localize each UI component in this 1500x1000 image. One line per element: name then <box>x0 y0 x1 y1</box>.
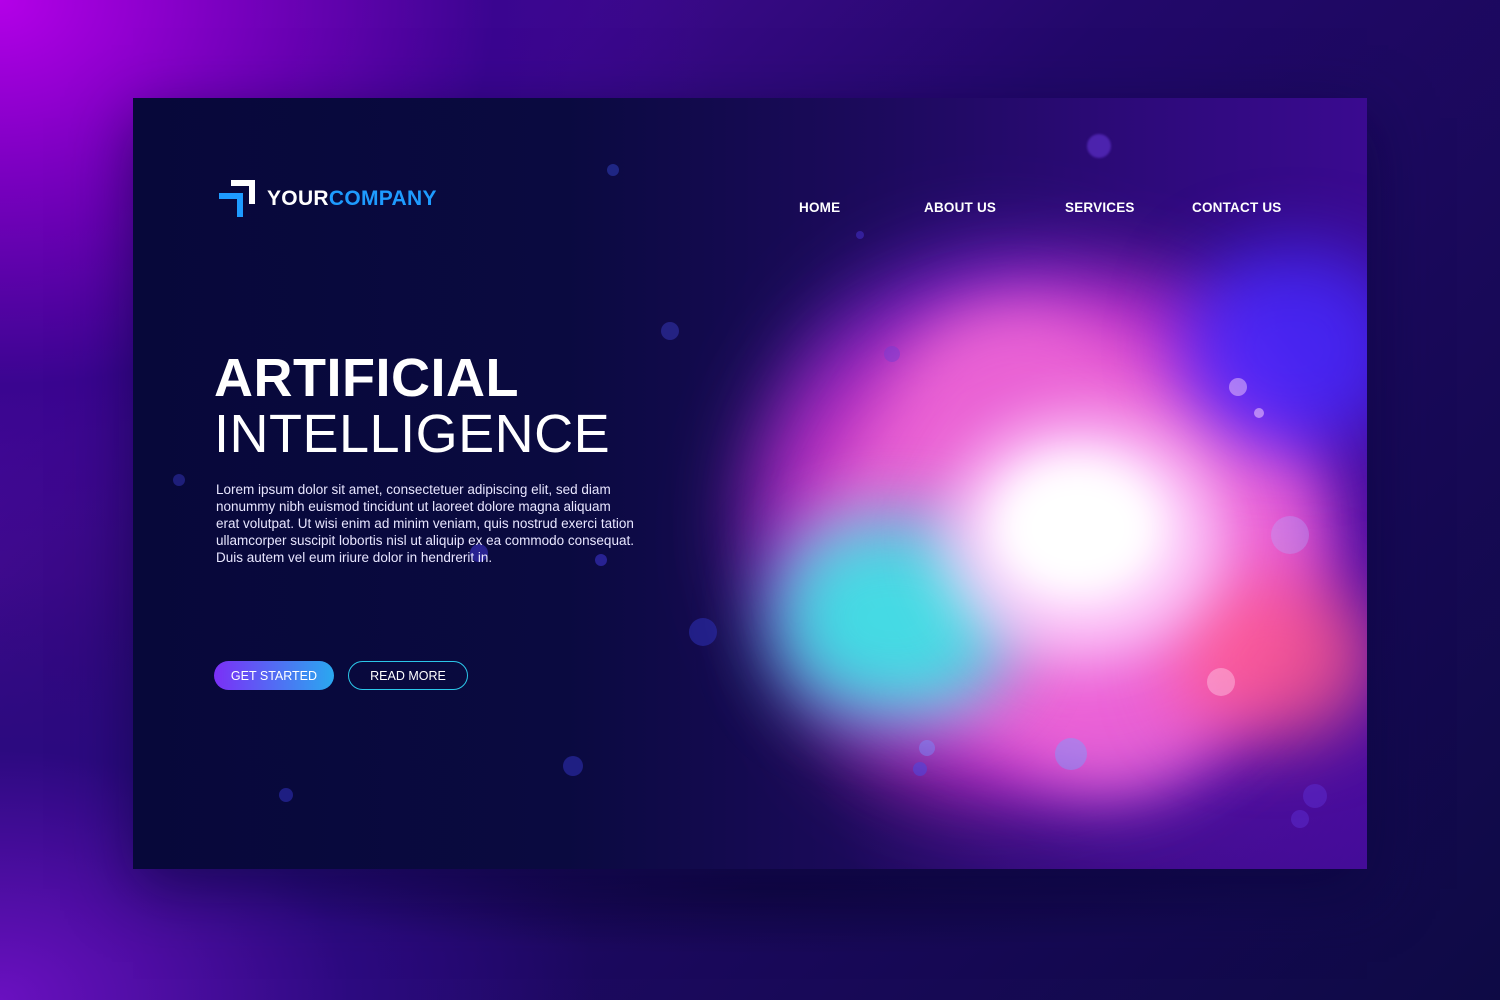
card-shadow <box>120 860 1420 1000</box>
hero-title: ARTIFICIAL INTELLIGENCE <box>214 350 610 462</box>
nav-contact-us[interactable]: CONTACT US <box>1192 200 1282 215</box>
hero-description: Lorem ipsum dolor sit amet, consectetuer… <box>216 482 634 565</box>
company-name-part2: COMPANY <box>328 187 437 210</box>
hero-title-line1: ARTIFICIAL <box>214 348 519 408</box>
company-name: YOURCOMPANY <box>267 187 437 211</box>
read-more-button[interactable]: READ MORE <box>348 661 468 690</box>
landing-page-card: YOURCOMPANY HOME ABOUT US SERVICES CONTA… <box>133 98 1367 869</box>
nav-about-us[interactable]: ABOUT US <box>924 200 996 215</box>
company-logo[interactable]: YOURCOMPANY <box>219 180 437 218</box>
company-name-part1: YOUR <box>267 187 329 210</box>
nav-services[interactable]: SERVICES <box>1065 200 1135 215</box>
corner-arrow-logo-icon <box>219 180 257 218</box>
get-started-button[interactable]: GET STARTED <box>214 661 334 690</box>
hero-title-line2: INTELLIGENCE <box>214 404 611 464</box>
nav-home[interactable]: HOME <box>799 200 840 215</box>
